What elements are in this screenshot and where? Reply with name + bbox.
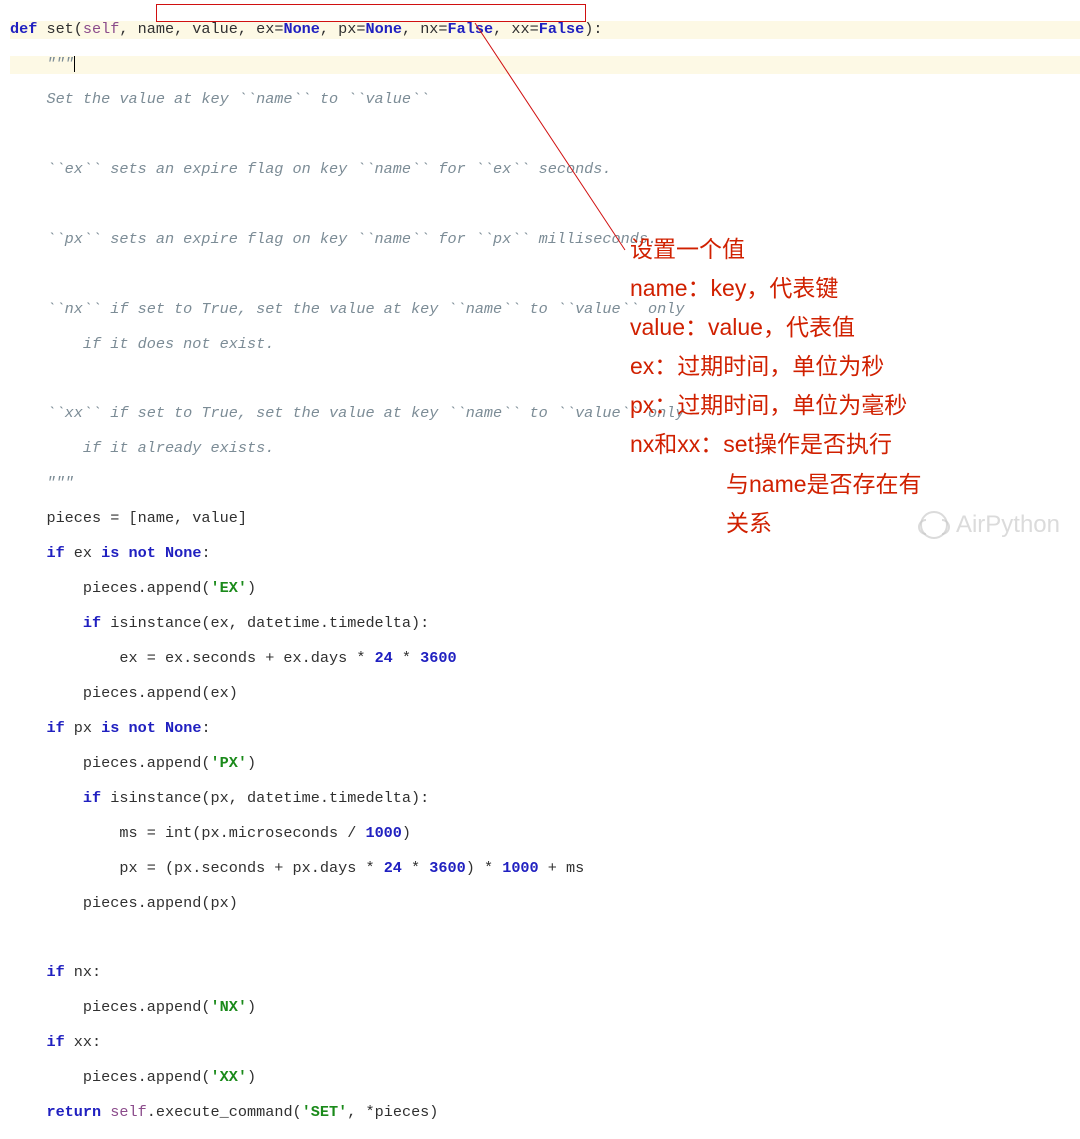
code-line [10,930,1080,947]
code-line: if nx: [10,964,1080,981]
annotation-line: nx和xx：set操作是否执行 [630,425,922,464]
code-block: def set(self, name, value, ex=None, px=N… [0,0,1080,1139]
code-line: pieces.append(px) [10,895,1080,912]
code-line: if isinstance(ex, datetime.timedelta): [10,615,1080,632]
annotation-panel: 设置一个值 name：key，代表键 value：value，代表值 ex：过期… [630,230,922,543]
annotation-line: 与name是否存在有 [630,465,922,504]
code-line: pieces.append('EX') [10,580,1080,597]
code-line: pieces.append(ex) [10,685,1080,702]
code-line: """ [10,56,1080,73]
code-line: Set the value at key ``name`` to ``value… [10,91,1080,108]
code-line: pieces.append('XX') [10,1069,1080,1086]
code-line: pieces.append('NX') [10,999,1080,1016]
code-line [10,126,1080,143]
code-line: if ex is not None: [10,545,1080,562]
code-line: if isinstance(px, datetime.timedelta): [10,790,1080,807]
code-line: ``ex`` sets an expire flag on key ``name… [10,161,1080,178]
watermark: AirPython [920,511,1060,539]
code-line: ms = int(px.microseconds / 1000) [10,825,1080,842]
code-line: ex = ex.seconds + ex.days * 24 * 3600 [10,650,1080,667]
code-line: px = (px.seconds + px.days * 24 * 3600) … [10,860,1080,877]
watermark-text: AirPython [956,511,1060,539]
text-cursor [74,56,75,72]
wechat-icon [920,511,948,539]
code-line [10,196,1080,213]
annotation-line: 关系 [630,504,922,543]
code-line: if xx: [10,1034,1080,1051]
code-line: pieces.append('PX') [10,755,1080,772]
annotation-line: 设置一个值 [630,230,922,269]
annotation-line: value：value，代表值 [630,308,922,347]
annotation-line: ex：过期时间，单位为秒 [630,347,922,386]
annotation-line: px：过期时间，单位为毫秒 [630,386,922,425]
code-line: return self.execute_command('SET', *piec… [10,1104,1080,1121]
code-line: def set(self, name, value, ex=None, px=N… [10,21,1080,38]
code-line: if px is not None: [10,720,1080,737]
annotation-line: name：key，代表键 [630,269,922,308]
